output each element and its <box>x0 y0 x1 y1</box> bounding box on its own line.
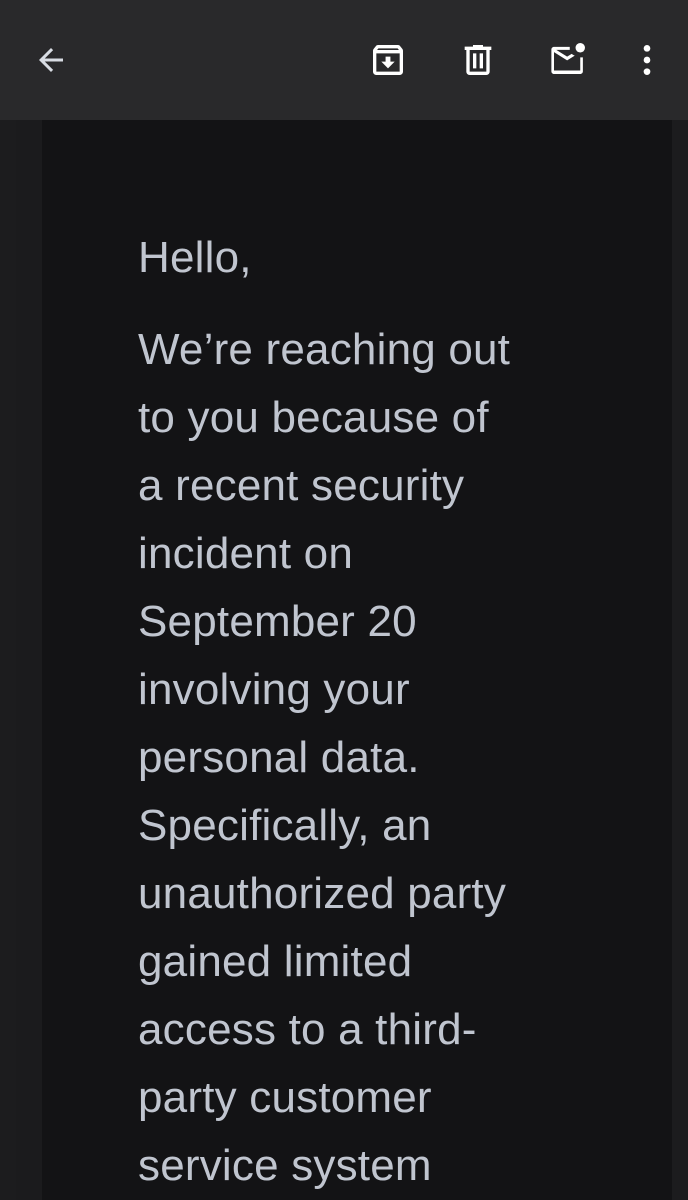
paragraph-line: service system <box>138 1141 432 1190</box>
delete-button[interactable] <box>448 30 508 90</box>
email-greeting: Hello, <box>138 233 252 282</box>
more-vert-icon <box>643 45 651 75</box>
back-button[interactable] <box>21 30 81 90</box>
paragraph-line: Specifically, an <box>138 801 432 850</box>
paragraph-line: We’re reaching out <box>138 325 511 374</box>
mark-unread-button[interactable] <box>538 30 598 90</box>
paragraph-line: involving your <box>138 665 410 714</box>
paragraph-line: gained limited <box>138 937 413 986</box>
paragraph-line: unauthorized party <box>138 869 507 918</box>
paragraph-line: incident on <box>138 529 354 578</box>
email-paragraph: We’re reaching out to you because of a r… <box>138 316 558 1200</box>
archive-button[interactable] <box>358 30 418 90</box>
archive-icon <box>373 45 403 75</box>
arrow-back-icon <box>39 48 63 72</box>
paragraph-line: access to a third- <box>138 1005 477 1054</box>
email-body: Hello, We’re reaching out to you because… <box>138 224 558 1200</box>
trash-icon <box>464 45 492 75</box>
paragraph-line: to you because of <box>138 393 489 442</box>
more-options-button[interactable] <box>617 30 677 90</box>
paragraph-line: September 20 <box>138 597 417 646</box>
mark-unread-icon <box>551 43 585 74</box>
paragraph-line: personal data. <box>138 733 420 782</box>
paragraph-line: a recent security <box>138 461 465 510</box>
paragraph-line: party customer <box>138 1073 432 1122</box>
app-toolbar <box>0 0 688 120</box>
